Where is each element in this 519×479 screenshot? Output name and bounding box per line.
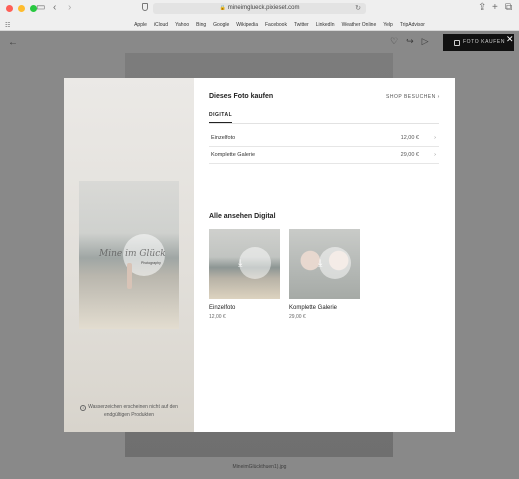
bookmarks-bar: Apple iCloud Yahoo Bing Google Wikipedia… xyxy=(0,20,519,30)
bookmark-item[interactable]: TripAdvisor xyxy=(400,20,425,30)
product-price: 29,00 € xyxy=(400,152,419,158)
bookmark-item[interactable]: Google xyxy=(213,20,229,30)
close-modal-icon[interactable]: ✕ xyxy=(506,34,514,45)
photo-filename: MineimGlückthuen1).jpg xyxy=(232,464,287,470)
product-thumbnail[interactable]: ⤓ xyxy=(289,229,360,299)
bookmark-item[interactable]: Wikipedia xyxy=(236,20,258,30)
back-arrow-icon[interactable]: ← xyxy=(8,37,18,48)
window-controls xyxy=(6,5,37,12)
card-name: Einzelfoto xyxy=(209,305,236,311)
watermark-circle xyxy=(319,247,351,279)
bookmark-item[interactable]: iCloud xyxy=(154,20,168,30)
section-title: Alle ansehen Digital xyxy=(209,213,276,220)
new-tab-icon[interactable]: + xyxy=(492,2,498,14)
bookmark-item[interactable]: Yelp xyxy=(383,20,393,30)
modal-title: Dieses Foto kaufen xyxy=(209,93,274,100)
photo-actions: ♡ ↪ ▷ xyxy=(390,36,429,47)
tab-digital[interactable]: DIGITAL xyxy=(209,112,233,123)
tab-divider xyxy=(209,123,439,124)
bookmark-item[interactable]: Twitter xyxy=(294,20,309,30)
bookmark-item[interactable]: LinkedIn xyxy=(316,20,335,30)
tab-overview-icon[interactable]: ⧉ xyxy=(505,2,512,14)
watermark-subtext: Photography xyxy=(141,261,161,265)
chevron-right-icon: › xyxy=(437,94,440,100)
info-icon: i xyxy=(80,405,87,411)
bookmark-item[interactable]: Facebook xyxy=(265,20,287,30)
product-name: Komplette Galerie xyxy=(211,152,256,158)
bookmark-item[interactable]: Weather Online xyxy=(342,20,377,30)
watermark-circle xyxy=(239,247,271,279)
watermark-note-text: Wasserzeichen erscheinen nicht auf den e… xyxy=(88,404,178,418)
product-name: Einzelfoto xyxy=(211,135,236,141)
chevron-right-icon: › xyxy=(434,135,436,141)
lock-icon: 🔒 xyxy=(219,5,226,11)
bookmark-item[interactable]: Bing xyxy=(196,20,206,30)
product-row[interactable]: Komplette Galerie 29,00 € › xyxy=(209,147,439,164)
buy-photo-label: FOTO KAUFEN xyxy=(463,39,506,45)
privacy-shield-icon[interactable] xyxy=(142,3,148,11)
download-icon: ⤓ xyxy=(318,258,323,269)
modal-purchase-panel: Dieses Foto kaufen SHOP BESUCHEN › DIGIT… xyxy=(194,78,455,432)
product-price: 12,00 € xyxy=(400,135,419,141)
photo-subject xyxy=(127,263,132,289)
chevron-right-icon: › xyxy=(434,152,436,158)
watermark-note: i Wasserzeichen erscheinen nicht auf den … xyxy=(72,403,186,419)
card-name: Komplette Galerie xyxy=(289,305,338,311)
sidebar-icon[interactable]: ▭ xyxy=(36,2,45,14)
buy-photo-button[interactable]: FOTO KAUFEN xyxy=(443,34,514,51)
product-row[interactable]: Einzelfoto 12,00 € › xyxy=(209,130,439,147)
heart-icon[interactable]: ♡ xyxy=(390,36,398,47)
bookmark-item[interactable]: Apple xyxy=(134,20,147,30)
share-arrow-icon[interactable]: ↪ xyxy=(406,36,414,47)
back-icon[interactable]: ‹ xyxy=(53,2,56,14)
address-bar[interactable]: 🔒 mineimglueck.pixieset.com ↻ xyxy=(153,3,366,14)
buy-photo-modal: Mine im Glück Photography i Wasserzeichen… xyxy=(64,78,455,432)
visit-shop-link[interactable]: SHOP BESUCHEN › xyxy=(386,94,440,100)
play-icon[interactable]: ▷ xyxy=(422,36,429,47)
browser-toolbar: ▭ ‹ › 🔒 mineimglueck.pixieset.com ↻ ⇪ + ⧉… xyxy=(0,0,519,31)
download-icon: ⤓ xyxy=(238,258,243,269)
minimize-window-button[interactable] xyxy=(18,5,25,12)
bookmark-item[interactable]: Yahoo xyxy=(175,20,189,30)
product-card[interactable]: ⤓ Komplette Galerie 29,00 € xyxy=(289,229,360,320)
product-card[interactable]: ⤓ Einzelfoto 12,00 € xyxy=(209,229,280,320)
forward-icon[interactable]: › xyxy=(68,2,71,14)
card-price: 12,00 € xyxy=(209,314,226,320)
product-thumbnail[interactable]: ⤓ xyxy=(209,229,280,299)
url-text: mineimglueck.pixieset.com xyxy=(227,5,300,11)
shopping-bag-icon xyxy=(454,40,460,46)
card-price: 29,00 € xyxy=(289,314,306,320)
close-window-button[interactable] xyxy=(6,5,13,12)
reload-icon[interactable]: ↻ xyxy=(355,3,361,14)
watermark-text: Mine im Glück xyxy=(99,249,166,259)
modal-preview-panel: Mine im Glück Photography i Wasserzeichen… xyxy=(64,78,194,432)
share-icon[interactable]: ⇪ xyxy=(478,2,486,14)
photo-preview: Mine im Glück Photography xyxy=(79,181,179,329)
